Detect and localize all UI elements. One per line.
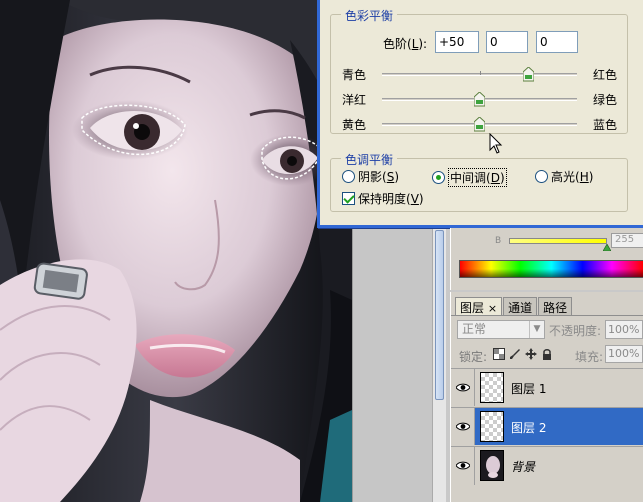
yellow-blue-slider[interactable]: [382, 117, 577, 132]
lock-transparent-icon[interactable]: [493, 348, 505, 360]
close-icon[interactable]: ×: [488, 302, 497, 315]
lock-all-icon[interactable]: [541, 348, 553, 360]
preserve-luminosity-label: 保持明度(V): [358, 192, 424, 206]
color-spectrum-bar[interactable]: [459, 260, 643, 278]
visibility-toggle[interactable]: [451, 408, 475, 445]
scrollbar-thumb[interactable]: [435, 230, 444, 400]
midtones-radio[interactable]: 中间调(D): [432, 168, 507, 187]
magenta-green-slider-thumb[interactable]: [474, 92, 485, 107]
layer-row-background[interactable]: 背景: [451, 446, 643, 502]
cyan-red-slider[interactable]: [382, 67, 577, 82]
image-canvas[interactable]: [0, 0, 352, 502]
blue-channel-value[interactable]: 255: [611, 233, 643, 248]
tab-channels[interactable]: 通道: [503, 297, 538, 315]
fill-label: 填充:: [575, 350, 604, 364]
radio-circle[interactable]: [535, 170, 548, 183]
slider-center-tick: [479, 71, 481, 75]
midtones-label: 中间调(D): [448, 168, 507, 187]
shadows-radio[interactable]: 阴影(S): [342, 168, 399, 185]
color-balance-dialog: 色彩平衡 色阶(L): 青色 红色 洋红 绿色 黄色 蓝色 色调平衡 阴影(S): [317, 0, 643, 228]
blue-channel-slider[interactable]: [509, 238, 607, 244]
layer-row-layer-1[interactable]: 图层 1: [451, 368, 643, 406]
cyan-red-slider-thumb[interactable]: [522, 67, 534, 82]
eye-icon: [456, 461, 470, 470]
magenta-green-slider[interactable]: [382, 92, 577, 107]
tab-divider: [451, 315, 643, 316]
blue-channel-slider-thumb[interactable]: [603, 244, 611, 251]
yellow-blue-slider-row: 黄色 蓝色: [320, 114, 643, 134]
preserve-luminosity-checkbox[interactable]: 保持明度(V): [342, 190, 424, 207]
highlights-label: 高光(H): [551, 170, 594, 184]
layer-name: 图层 2: [511, 421, 547, 435]
chevron-down-icon: ▼: [529, 321, 544, 338]
visibility-toggle[interactable]: [451, 369, 475, 406]
portrait-photo: [0, 0, 352, 502]
opacity-input[interactable]: 100%: [605, 320, 643, 339]
lock-brush-icon[interactable]: [509, 348, 521, 360]
cyan-label: 青色: [342, 68, 367, 82]
tab-paths[interactable]: 路径: [538, 297, 573, 315]
cyan-red-slider-row: 青色 红色: [320, 64, 643, 84]
tone-balance-group-title: 色调平衡: [341, 151, 398, 168]
green-label: 绿色: [593, 93, 618, 107]
blend-mode-value: 正常: [462, 322, 487, 336]
panel-tabs: 图层 × 通道 路径: [455, 297, 573, 315]
blend-mode-select[interactable]: 正常 ▼: [457, 320, 545, 339]
layer-name: 图层 1: [511, 382, 547, 396]
fill-input[interactable]: 100%: [605, 345, 643, 363]
layer-name: 背景: [511, 460, 536, 474]
red-label: 红色: [593, 68, 618, 82]
layer-thumbnail: [480, 450, 504, 481]
yellow-blue-slider-thumb[interactable]: [474, 117, 485, 132]
radio-circle[interactable]: [342, 170, 355, 183]
magenta-green-slider-row: 洋红 绿色: [320, 89, 643, 109]
eye-icon: [456, 422, 470, 431]
magenta-green-level-input[interactable]: [486, 31, 528, 53]
opacity-label: 不透明度:: [549, 324, 602, 338]
lock-label: 锁定:: [459, 350, 488, 364]
color-panel: B 255: [450, 228, 643, 290]
radio-circle[interactable]: [432, 171, 445, 184]
blue-label: 蓝色: [593, 118, 618, 132]
color-balance-group-title: 色彩平衡: [341, 7, 398, 24]
yellow-blue-level-input[interactable]: [536, 31, 578, 53]
mouse-cursor-icon: [489, 133, 503, 154]
lock-move-icon[interactable]: [525, 348, 537, 360]
layer-thumbnail: [480, 372, 504, 403]
layer-row-layer-2[interactable]: 图层 2: [451, 407, 643, 445]
shadows-label: 阴影(S): [358, 170, 400, 184]
cyan-red-level-input[interactable]: [435, 31, 479, 53]
magenta-label: 洋红: [342, 93, 367, 107]
blue-channel-label: B: [495, 236, 502, 246]
eye-icon: [456, 383, 470, 392]
checkbox-box[interactable]: [342, 192, 355, 205]
layers-panel: 图层 × 通道 路径 正常 ▼ 不透明度: 100% 锁定: 填充: 100% …: [450, 292, 643, 502]
yellow-label: 黄色: [342, 118, 367, 132]
visibility-toggle[interactable]: [451, 447, 475, 485]
levels-label: 色阶(L):: [383, 37, 428, 51]
highlights-radio[interactable]: 高光(H): [535, 168, 593, 185]
tab-layers[interactable]: 图层 ×: [455, 297, 503, 315]
layer-thumbnail: [480, 411, 504, 442]
